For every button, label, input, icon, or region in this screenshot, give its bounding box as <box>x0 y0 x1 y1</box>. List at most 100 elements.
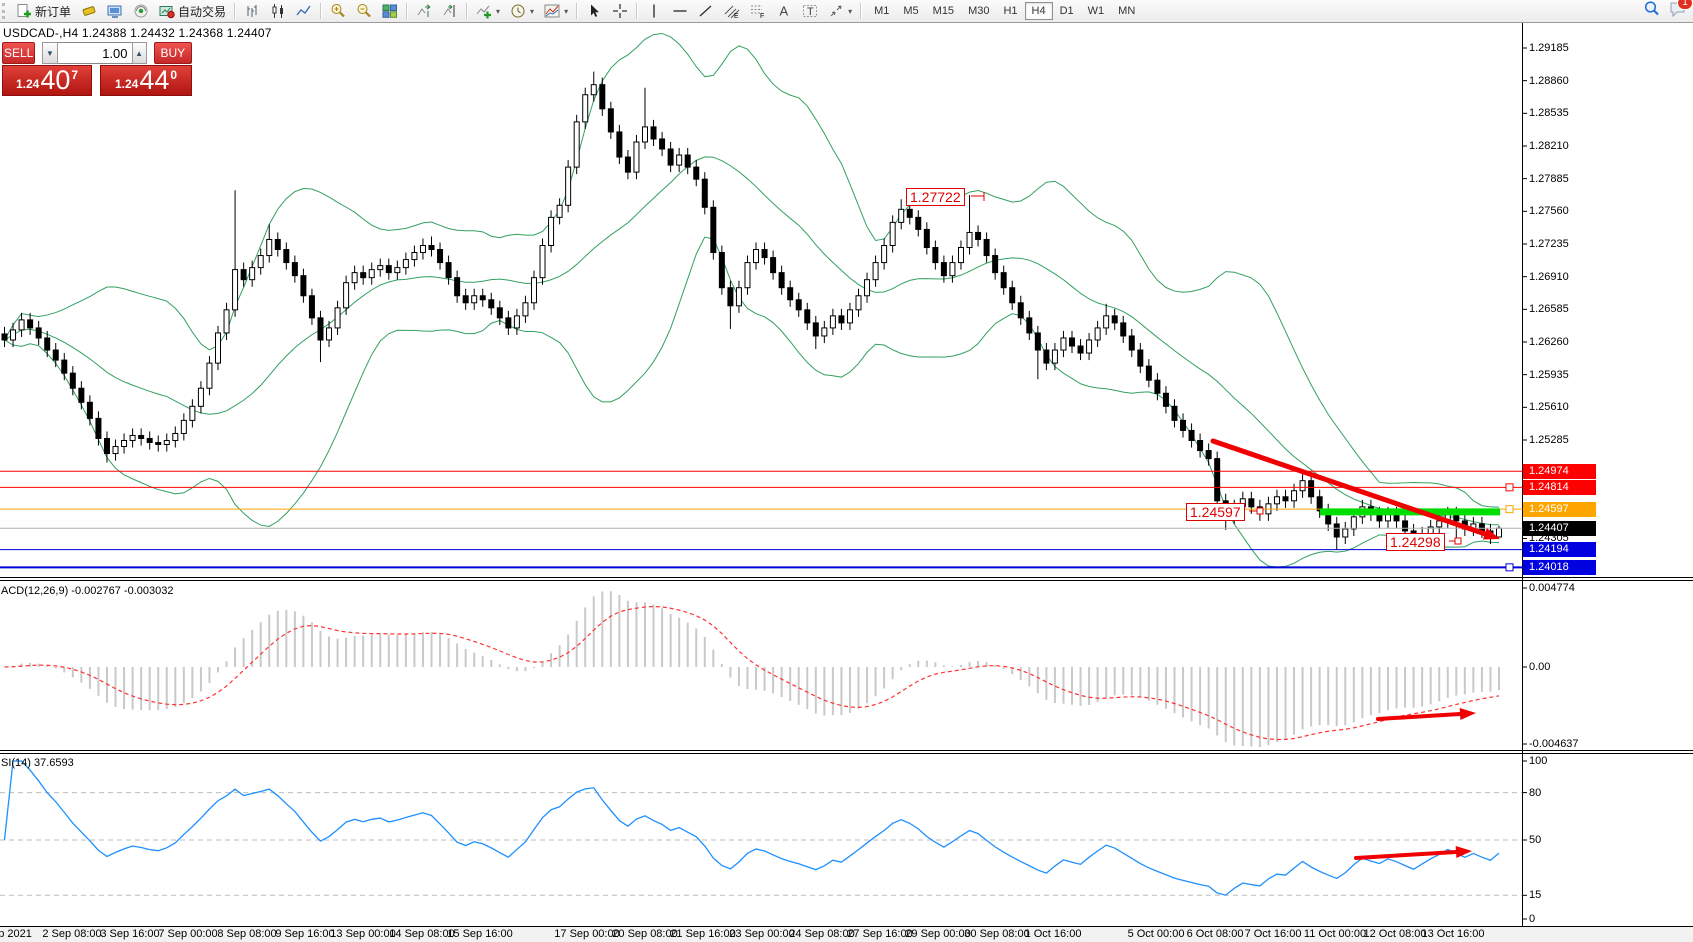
indicators-button[interactable]: ▾ <box>471 1 505 21</box>
macd-axis-label: 0.00 <box>1529 660 1550 674</box>
navigator-button[interactable] <box>128 1 154 21</box>
timeframe-H4[interactable]: H4 <box>1025 2 1053 20</box>
volume-input[interactable] <box>58 42 132 64</box>
zoom-out-icon <box>356 3 372 19</box>
time-axis-label: 15 Sep 16:00 <box>447 928 512 940</box>
timeframe-M5[interactable]: M5 <box>896 2 925 20</box>
svg-text:T: T <box>807 6 814 18</box>
text-label-icon: T <box>802 3 818 19</box>
autotrading-button[interactable]: 自动交易 <box>154 1 231 21</box>
market-watch-button[interactable] <box>102 1 128 21</box>
cursor-icon <box>586 3 602 19</box>
svg-text:F: F <box>760 13 764 19</box>
toolbar-separator <box>406 3 408 19</box>
price-marker-label: 1.24814 <box>1523 480 1596 495</box>
timeframe-W1[interactable]: W1 <box>1081 2 1112 20</box>
auto-scroll-button[interactable] <box>411 1 437 21</box>
rsi-axis-label: 0 <box>1529 912 1535 926</box>
price-tick: 1.28535 <box>1529 106 1599 120</box>
price-marker-label: 1.24597 <box>1523 502 1596 517</box>
time-axis: ep 20212 Sep 08:003 Sep 16:007 Sep 00:00… <box>0 927 1693 942</box>
price-callout-label[interactable]: 1.24597 <box>1186 503 1245 521</box>
chart-shift-button[interactable] <box>437 1 463 21</box>
text-tool-button[interactable]: A <box>771 1 797 21</box>
toolbar-separator <box>466 3 468 19</box>
bar-chart-mode-button[interactable] <box>239 1 265 21</box>
new-order-label: 新订单 <box>35 3 71 20</box>
timeframe-M15[interactable]: M15 <box>926 2 961 20</box>
channel-tool-button[interactable]: E <box>719 1 745 21</box>
candlestick-mode-button[interactable] <box>265 1 291 21</box>
price-tick: 1.26910 <box>1529 270 1599 284</box>
notification-badge: 1 <box>1677 0 1693 10</box>
time-axis-label: 30 Sep 08:00 <box>964 928 1029 940</box>
new-order-button[interactable]: 新订单 <box>11 1 76 21</box>
dropdown-caret-icon: ▾ <box>564 7 568 16</box>
price-tick: 1.27235 <box>1529 237 1599 251</box>
sell-button[interactable]: SELL <box>2 42 35 64</box>
chart-shift-icon <box>442 3 458 19</box>
arrow-shapes-icon <box>828 3 844 19</box>
notifications-button[interactable]: 1 <box>1669 1 1687 22</box>
text-icon: A <box>776 3 792 19</box>
price-tick: 1.29185 <box>1529 41 1599 55</box>
zoom-in-button[interactable] <box>325 1 351 21</box>
new-order-icon <box>16 3 32 19</box>
main-chart-canvas[interactable] <box>0 0 1693 942</box>
clock-icon <box>510 3 526 19</box>
toolbar-grip[interactable] <box>2 3 9 19</box>
line-chart-mode-button[interactable] <box>291 1 317 21</box>
zoom-out-button[interactable] <box>351 1 377 21</box>
price-callout-label[interactable]: 1.27722 <box>906 188 965 206</box>
time-axis-label: 13 Sep 00:00 <box>330 928 395 940</box>
price-tick: 1.25610 <box>1529 400 1599 414</box>
timeframe-M30[interactable]: M30 <box>961 2 996 20</box>
history-center-button[interactable] <box>76 1 102 21</box>
time-axis-label: 5 Oct 00:00 <box>1128 928 1185 940</box>
rsi-axis-label: 80 <box>1529 786 1541 800</box>
fibonacci-tool-button[interactable]: F <box>745 1 771 21</box>
time-axis-label: 20 Sep 08:00 <box>612 928 677 940</box>
chart-ohlc-title: USDCAD-,H4 1.24388 1.24432 1.24368 1.244… <box>3 26 272 40</box>
bar-chart-icon <box>244 3 260 19</box>
vertical-line-tool-button[interactable] <box>641 1 667 21</box>
timeframe-M1[interactable]: M1 <box>867 2 896 20</box>
crosshair-tool-button[interactable] <box>607 1 633 21</box>
price-tick: 1.27885 <box>1529 172 1599 186</box>
rsi-axis-label: 15 <box>1529 888 1541 902</box>
rsi-label: SI(14) 37.6593 <box>1 757 74 769</box>
trendline-tool-button[interactable] <box>693 1 719 21</box>
timeframe-H1[interactable]: H1 <box>996 2 1024 20</box>
time-axis-label: 1 Oct 16:00 <box>1025 928 1082 940</box>
line-chart-icon <box>296 3 312 19</box>
sell-price-display[interactable]: 1.24 40 7 <box>2 65 92 96</box>
timeframe-group: M1M5M15M30H1H4D1W1MN <box>867 1 1142 21</box>
time-axis-label: ep 2021 <box>0 928 32 940</box>
buy-price-display[interactable]: 1.24 44 0 <box>100 65 192 96</box>
rsi-axis-label: 100 <box>1529 754 1547 768</box>
sell-price-prefix: 1.24 <box>16 77 39 91</box>
time-axis-label: 3 Sep 16:00 <box>100 928 159 940</box>
templates-button[interactable]: ▾ <box>539 1 573 21</box>
search-icon[interactable] <box>1643 0 1661 23</box>
time-axis-label: 13 Oct 16:00 <box>1422 928 1485 940</box>
autotrading-label: 自动交易 <box>178 3 226 20</box>
svg-text:A: A <box>780 4 789 19</box>
volume-decrease-button[interactable]: ▼ <box>42 42 57 64</box>
zoom-in-icon <box>330 3 346 19</box>
cursor-tool-button[interactable] <box>581 1 607 21</box>
one-click-trading-panel: SELL ▼ ▲ BUY 1.24 40 7 1.24 44 0 <box>2 42 192 96</box>
price-callout-label[interactable]: 1.24298 <box>1386 533 1445 551</box>
arrows-tool-button[interactable]: ▾ <box>823 1 857 21</box>
volume-increase-button[interactable]: ▲ <box>132 42 147 64</box>
toolbar-separator <box>234 3 236 19</box>
text-label-tool-button[interactable]: T <box>797 1 823 21</box>
tile-windows-button[interactable] <box>377 1 403 21</box>
periods-button[interactable]: ▾ <box>505 1 539 21</box>
buy-price-main: 44 <box>139 67 169 94</box>
timeframe-D1[interactable]: D1 <box>1053 2 1081 20</box>
buy-button[interactable]: BUY <box>154 42 192 64</box>
horizontal-line-tool-button[interactable] <box>667 1 693 21</box>
timeframe-MN[interactable]: MN <box>1111 2 1142 20</box>
sell-price-main: 40 <box>40 67 70 94</box>
